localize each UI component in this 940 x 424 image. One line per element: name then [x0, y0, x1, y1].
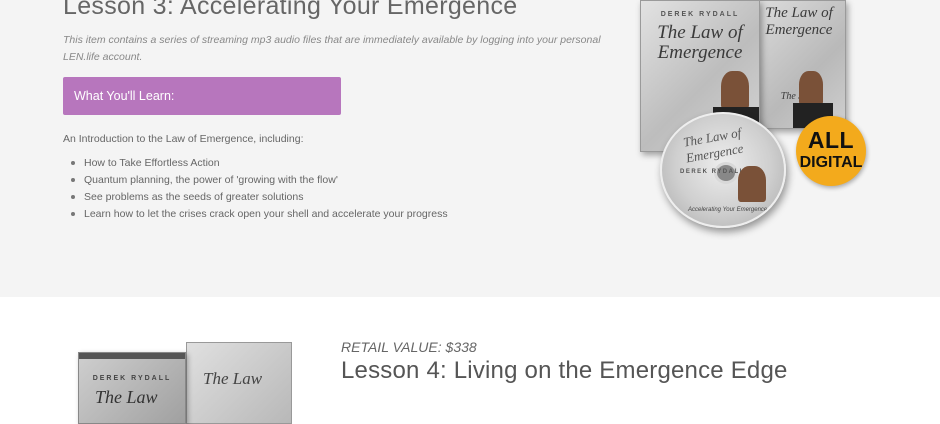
lesson-4-title: Lesson 4: Living on the Emergence Edge [341, 357, 788, 384]
lesson-4-product-image: The Law DEREK RYDALL The Law [78, 338, 293, 424]
box-front-author: DEREK RYDALL [92, 375, 172, 382]
lesson-3-note: This item contains a series of streaming… [63, 34, 601, 63]
author-photo [799, 71, 823, 105]
what-youll-learn-toggle[interactable]: What You'll Learn: [63, 77, 341, 115]
lesson-3-bullet-list: How to Take Effortless Action Quantum pl… [63, 155, 448, 223]
disc-author: DEREK RYDALL [680, 169, 745, 175]
box-back-title: The Law of Emergence [765, 5, 833, 38]
product-box-back: The Law of Emergence The Seed [752, 0, 846, 129]
product-disc: The Law of Emergence DEREK RYDALL Accele… [660, 112, 786, 228]
author-photo [738, 166, 766, 202]
retail-value: RETAIL VALUE: $338 [341, 339, 477, 355]
box-front-title: The Law of Emergence [657, 22, 743, 63]
box-back-title: The Law [203, 369, 263, 388]
lesson-3-intro: An Introduction to the Law of Emergence,… [63, 133, 304, 145]
lesson-3-title: Lesson 3: Accelerating Your Emergence [63, 0, 518, 20]
product-box-front: DEREK RYDALL The Law [78, 352, 186, 424]
list-item: Learn how to let the crises crack open y… [63, 206, 448, 223]
box-front-title: The Law [95, 387, 158, 407]
list-item: How to Take Effortless Action [63, 155, 448, 172]
list-item: Quantum planning, the power of 'growing … [63, 172, 448, 189]
badge-line-1: ALL [807, 127, 855, 153]
box-front-author: DEREK RYDALL [660, 11, 740, 18]
list-item: See problems as the seeds of greater sol… [63, 189, 448, 206]
disc-subtitle: Accelerating Your Emergence [688, 207, 768, 213]
disc-title: The Law of Emergence [681, 124, 745, 166]
lesson-3-product-image: The Law of Emergence The Seed DEREK RYDA… [630, 0, 880, 235]
product-box-back: The Law [186, 342, 292, 424]
all-digital-badge: ALL DIGITAL [796, 116, 866, 186]
author-photo [721, 71, 749, 109]
badge-line-2: DIGITAL [799, 154, 863, 171]
box-top-edge [79, 353, 185, 359]
